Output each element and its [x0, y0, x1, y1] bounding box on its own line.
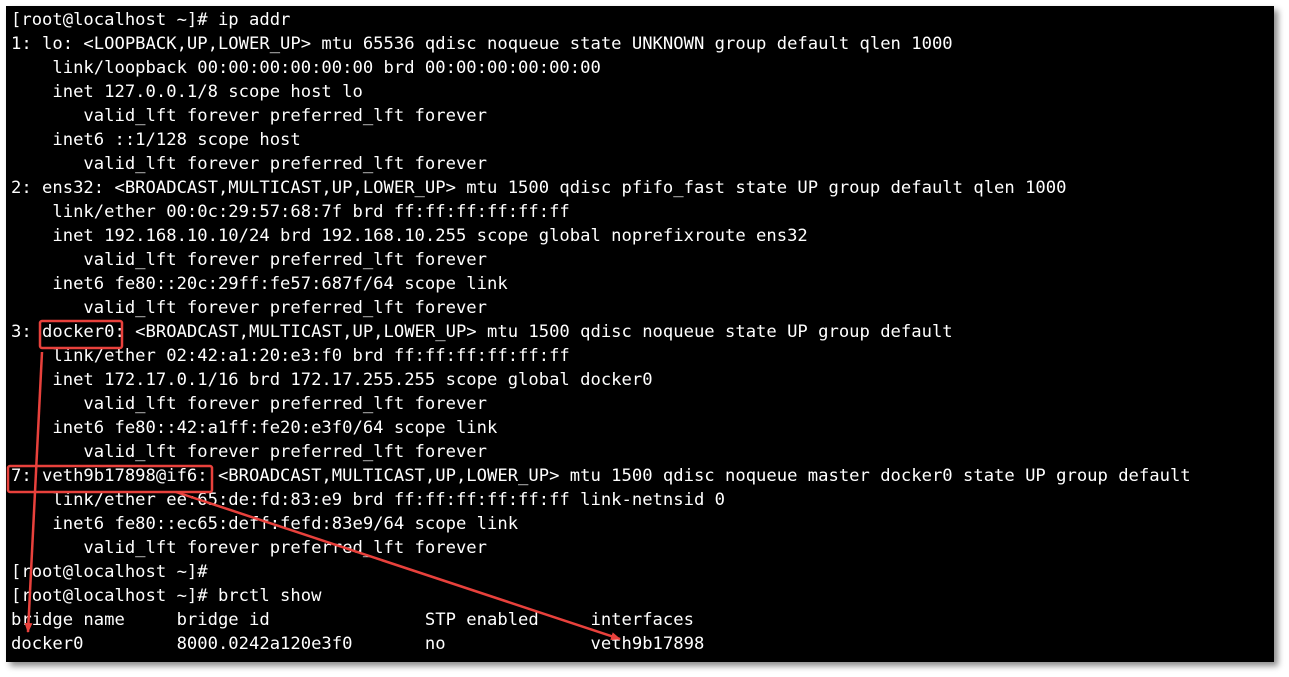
terminal-line: 2: ens32: <BROADCAST,MULTICAST,UP,LOWER_… [11, 178, 1067, 198]
terminal-line: inet6 ::1/128 scope host [11, 130, 301, 150]
terminal-line: link/ether 02:42:a1:20:e3:f0 brd ff:ff:f… [11, 346, 570, 366]
terminal-line: [root@localhost ~]# ip addr [11, 10, 291, 30]
terminal-line: 1: lo: <LOOPBACK,UP,LOWER_UP> mtu 65536 … [11, 34, 953, 54]
terminal-line: inet 192.168.10.10/24 brd 192.168.10.255… [11, 226, 808, 246]
terminal-line: valid_lft forever preferred_lft forever [11, 394, 487, 414]
terminal-line: link/loopback 00:00:00:00:00:00 brd 00:0… [11, 58, 601, 78]
terminal-line: valid_lft forever preferred_lft forever [11, 442, 487, 462]
terminal-line: inet 172.17.0.1/16 brd 172.17.255.255 sc… [11, 370, 653, 390]
terminal-line: valid_lft forever preferred_lft forever [11, 538, 487, 558]
terminal-line: bridge name bridge id STP enabled interf… [11, 610, 694, 630]
terminal-window[interactable]: [root@localhost ~]# ip addr 1: lo: <LOOP… [6, 6, 1274, 662]
terminal-line: link/ether 00:0c:29:57:68:7f brd ff:ff:f… [11, 202, 570, 222]
terminal-line: inet 127.0.0.1/8 scope host lo [11, 82, 363, 102]
terminal-line: [root@localhost ~]# [11, 562, 208, 582]
terminal-line: [root@localhost ~]# brctl show [11, 586, 322, 606]
terminal-line: inet6 fe80::20c:29ff:fe57:687f/64 scope … [11, 274, 508, 294]
terminal-line: 3: docker0: <BROADCAST,MULTICAST,UP,LOWE… [11, 322, 953, 342]
terminal-line: 7: veth9b17898@if6: <BROADCAST,MULTICAST… [11, 466, 1191, 486]
terminal-line: valid_lft forever preferred_lft forever [11, 298, 487, 318]
terminal-line: valid_lft forever preferred_lft forever [11, 250, 487, 270]
terminal-output: [root@localhost ~]# ip addr 1: lo: <LOOP… [11, 8, 1191, 656]
terminal-line: inet6 fe80::ec65:deff:fefd:83e9/64 scope… [11, 514, 519, 534]
terminal-line: valid_lft forever preferred_lft forever [11, 106, 487, 126]
terminal-line: link/ether ee:65:de:fd:83:e9 brd ff:ff:f… [11, 490, 725, 510]
terminal-line: inet6 fe80::42:a1ff:fe20:e3f0/64 scope l… [11, 418, 498, 438]
terminal-line: valid_lft forever preferred_lft forever [11, 154, 487, 174]
screenshot-frame: [root@localhost ~]# ip addr 1: lo: <LOOP… [0, 0, 1289, 677]
terminal-line: docker0 8000.0242a120e3f0 no veth9b17898 [11, 634, 705, 654]
